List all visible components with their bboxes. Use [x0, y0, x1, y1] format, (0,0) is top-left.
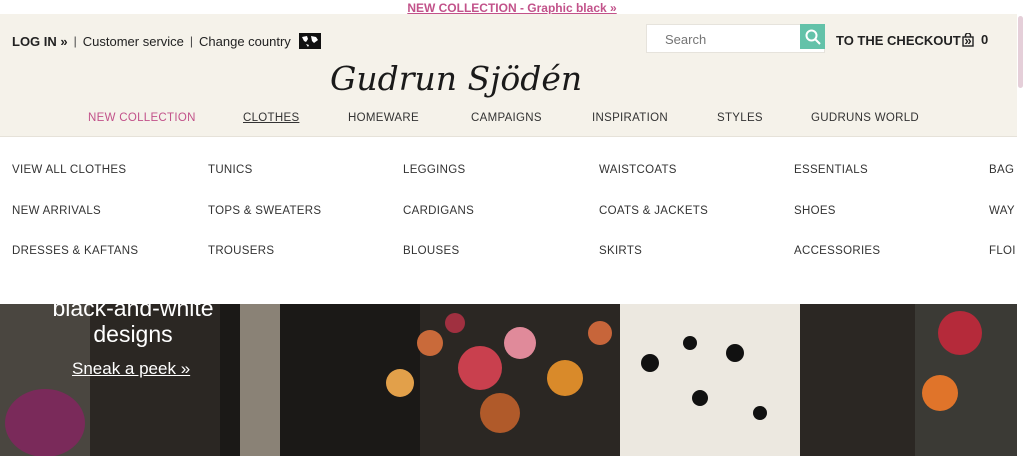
- sneak-peek-link[interactable]: Sneak a peek »: [72, 359, 190, 379]
- hero-headline: black-and-white designs: [38, 303, 228, 347]
- main-navigation: NEW COLLECTION CLOTHES HOMEWARE CAMPAIGN…: [0, 112, 1017, 126]
- menu-trousers[interactable]: TROUSERS: [208, 245, 274, 257]
- search-input[interactable]: [663, 31, 807, 48]
- page-scrollbar[interactable]: [1017, 0, 1024, 456]
- nav-homeware[interactable]: HOMEWARE: [348, 112, 419, 124]
- hero-headline-line2: designs: [93, 321, 173, 347]
- menu-tops-sweaters[interactable]: TOPS & SWEATERS: [208, 205, 321, 217]
- menu-dresses-kaftans[interactable]: DRESSES & KAFTANS: [12, 245, 138, 257]
- hero-headline-line1: black-and-white: [52, 303, 214, 321]
- menu-new-arrivals[interactable]: NEW ARRIVALS: [12, 205, 101, 217]
- menu-view-all-clothes[interactable]: VIEW ALL CLOTHES: [12, 164, 126, 176]
- nav-gudruns-world[interactable]: GUDRUNS WORLD: [811, 112, 919, 124]
- cart-button[interactable]: 0: [962, 32, 988, 47]
- separator: |: [189, 34, 194, 48]
- menu-waistcoats[interactable]: WAISTCOATS: [599, 164, 677, 176]
- menu-leggings[interactable]: LEGGINGS: [403, 164, 465, 176]
- menu-essentials[interactable]: ESSENTIALS: [794, 164, 868, 176]
- nav-campaigns[interactable]: CAMPAIGNS: [471, 112, 542, 124]
- customer-service-link[interactable]: Customer service: [83, 34, 184, 49]
- nav-clothes[interactable]: CLOTHES: [243, 112, 299, 124]
- brand-logo[interactable]: Gudrun Sjödén: [330, 60, 674, 102]
- menu-bags-truncated[interactable]: BAG: [989, 164, 1014, 176]
- login-link[interactable]: LOG IN »: [12, 34, 68, 49]
- site-header: LOG IN » | Customer service | Change cou…: [0, 14, 1017, 136]
- clothes-mega-menu: VIEW ALL CLOTHES NEW ARRIVALS DRESSES & …: [0, 136, 1017, 304]
- menu-cardigans[interactable]: CARDIGANS: [403, 205, 474, 217]
- menu-coats-jackets[interactable]: COATS & JACKETS: [599, 205, 708, 217]
- change-country-link[interactable]: Change country: [199, 34, 291, 49]
- cart-count: 0: [981, 32, 989, 47]
- separator: |: [73, 34, 77, 48]
- search-button[interactable]: [800, 24, 825, 49]
- announcement-link[interactable]: NEW COLLECTION - Graphic black »: [407, 1, 616, 15]
- menu-accessories[interactable]: ACCESSORIES: [794, 245, 880, 257]
- utility-links: LOG IN » | Customer service | Change cou…: [12, 33, 321, 49]
- svg-text:Gudrun Sjödén: Gudrun Sjödén: [330, 60, 582, 98]
- scrollbar-thumb[interactable]: [1018, 16, 1023, 88]
- menu-way-truncated[interactable]: WAY: [989, 205, 1015, 217]
- hero-banner: black-and-white designs Sneak a peek »: [0, 303, 1017, 456]
- menu-skirts[interactable]: SKIRTS: [599, 245, 642, 257]
- shopping-bag-icon: [962, 32, 974, 47]
- menu-flo-truncated[interactable]: FLOI: [989, 245, 1016, 257]
- search-box: [646, 24, 825, 53]
- menu-blouses[interactable]: BLOUSES: [403, 245, 459, 257]
- nav-new-collection[interactable]: NEW COLLECTION: [88, 112, 196, 124]
- checkout-link[interactable]: TO THE CHECKOUT »: [836, 33, 972, 48]
- nav-styles[interactable]: STYLES: [717, 112, 763, 124]
- menu-tunics[interactable]: TUNICS: [208, 164, 253, 176]
- nav-inspiration[interactable]: INSPIRATION: [592, 112, 668, 124]
- search-icon: [805, 29, 821, 45]
- world-map-icon[interactable]: [298, 33, 321, 49]
- menu-shoes[interactable]: SHOES: [794, 205, 836, 217]
- announcement-bar: NEW COLLECTION - Graphic black »: [0, 0, 1024, 14]
